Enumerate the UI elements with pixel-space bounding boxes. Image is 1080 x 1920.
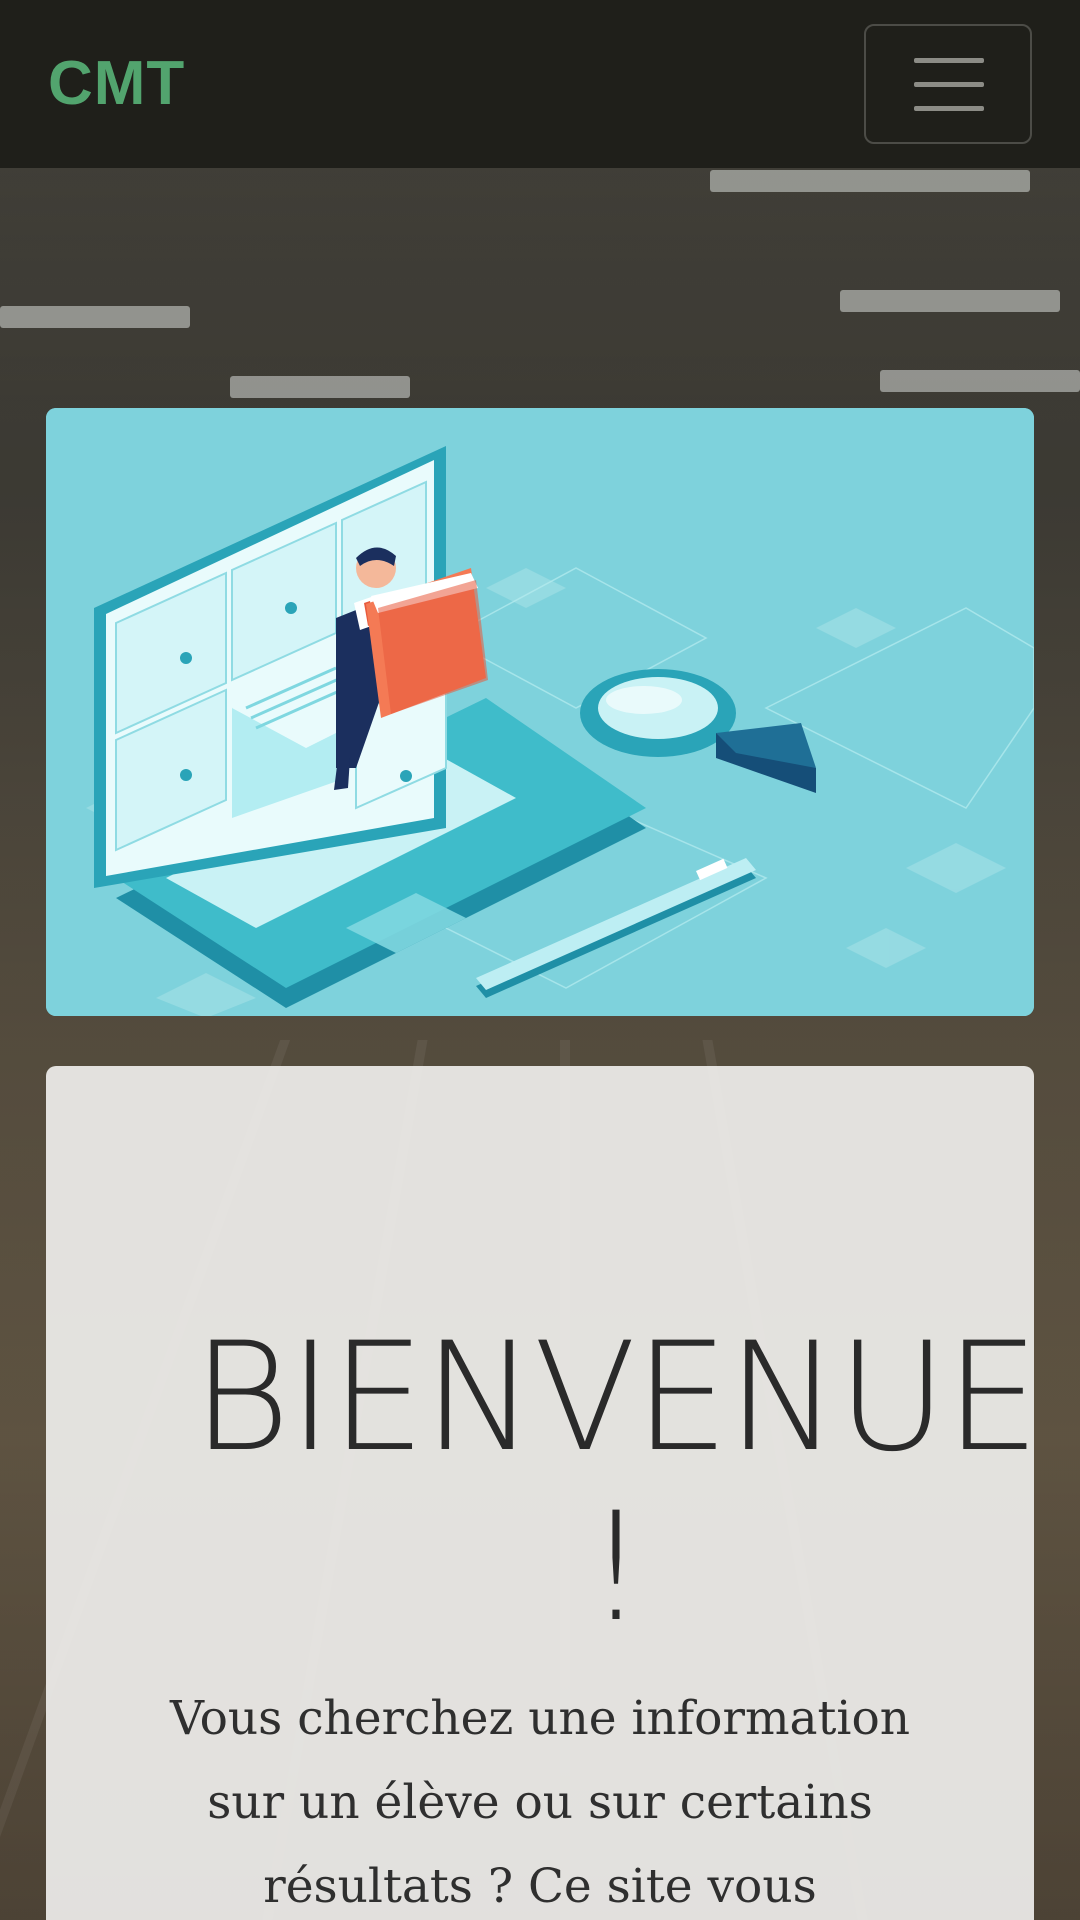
menu-toggle-button[interactable] xyxy=(864,24,1032,144)
welcome-title: BIENVENUE ! xyxy=(0,1313,1080,1653)
navbar: CMT xyxy=(0,0,1080,168)
welcome-title-line1: BIENVENUE xyxy=(192,1310,1040,1485)
welcome-intro-text: Vous cherchez une information sur un élè… xyxy=(169,1691,911,1914)
brand-logo[interactable]: CMT xyxy=(48,48,185,120)
hero-illustration xyxy=(46,408,1034,1016)
welcome-title-line2: ! xyxy=(585,1480,646,1655)
